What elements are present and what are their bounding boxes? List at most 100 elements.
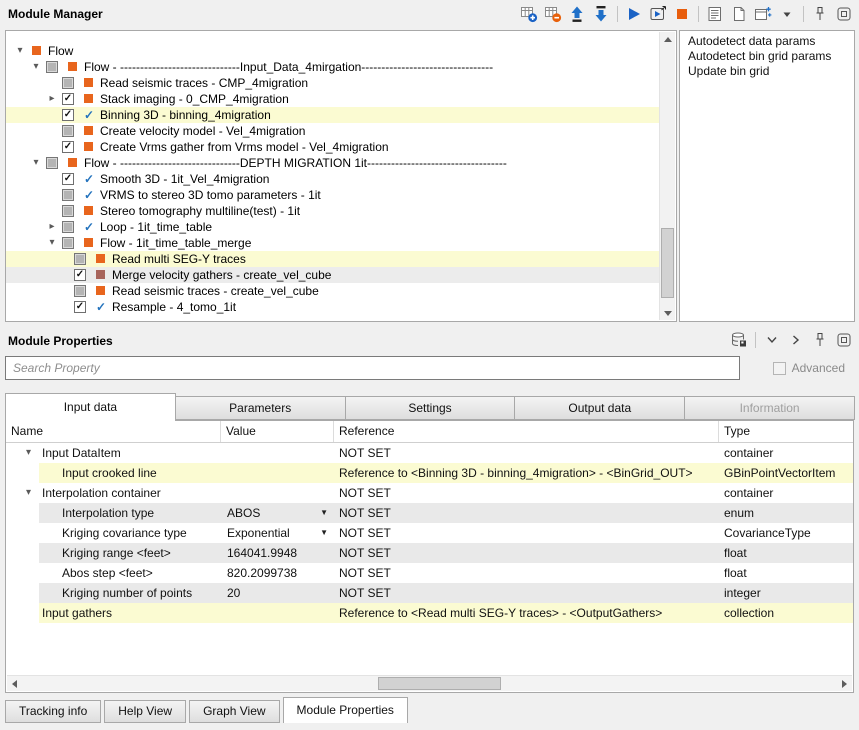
tree-item[interactable]: ✓Create Vrms gather from Vrms model - Ve…: [6, 139, 659, 155]
add-module-button[interactable]: [518, 3, 540, 25]
module-checkbox[interactable]: [62, 205, 74, 217]
tree-item[interactable]: ▾Flow - ------------------------------In…: [6, 59, 659, 75]
module-checkbox[interactable]: ✓: [74, 301, 86, 313]
expand-arrow-icon[interactable]: ▸: [46, 91, 58, 107]
module-checkbox[interactable]: ✓: [62, 173, 74, 185]
pin-button[interactable]: [809, 329, 831, 351]
property-row[interactable]: Input crooked lineReference to <Binning …: [6, 463, 853, 483]
paste-button[interactable]: [728, 3, 750, 25]
move-down-button[interactable]: [590, 3, 612, 25]
tree-item[interactable]: Read seismic traces - create_vel_cube: [6, 283, 659, 299]
tree-item[interactable]: ▾Flow - ------------------------------DE…: [6, 155, 659, 171]
module-checkbox[interactable]: [62, 125, 74, 137]
tab-output-data[interactable]: Output data: [514, 396, 685, 420]
module-checkbox[interactable]: [62, 189, 74, 201]
column-header-type[interactable]: Type: [719, 421, 853, 442]
float-window-button[interactable]: [833, 329, 855, 351]
column-header-name[interactable]: Name: [6, 421, 221, 442]
tree-item[interactable]: ✓✓Smooth 3D - 1it_Vel_4migration: [6, 171, 659, 187]
tree-item[interactable]: ▸✓Loop - 1it_time_table: [6, 219, 659, 235]
run-button[interactable]: [623, 3, 645, 25]
property-row[interactable]: ▾Interpolation containerNOT SETcontainer: [6, 483, 853, 503]
property-row[interactable]: Input gathersReference to <Read multi SE…: [6, 603, 853, 623]
column-header-reference[interactable]: Reference: [334, 421, 719, 442]
module-checkbox[interactable]: ✓: [74, 269, 86, 281]
tree-item[interactable]: Stereo tomography multiline(test) - 1it: [6, 203, 659, 219]
tree-item[interactable]: ✓Merge velocity gathers - create_vel_cub…: [6, 267, 659, 283]
tree-vertical-scrollbar[interactable]: [659, 32, 675, 320]
tree-item[interactable]: Read multi SEG-Y traces: [6, 251, 659, 267]
tree-item[interactable]: ✓VRMS to stereo 3D tomo parameters - 1it: [6, 187, 659, 203]
action-list-item[interactable]: Autodetect bin grid params: [680, 49, 854, 64]
module-checkbox[interactable]: [46, 157, 58, 169]
property-row[interactable]: ▾Input DataItemNOT SETcontainer: [6, 443, 853, 463]
search-input[interactable]: [5, 356, 740, 380]
collapse-arrow-icon[interactable]: ▾: [26, 483, 31, 503]
module-checkbox[interactable]: [62, 237, 74, 249]
bottom-tab-help-view[interactable]: Help View: [104, 700, 186, 723]
tab-settings[interactable]: Settings: [345, 396, 516, 420]
property-row[interactable]: Abos step <feet>820.2099738NOT SETfloat: [6, 563, 853, 583]
remove-module-button[interactable]: [542, 3, 564, 25]
log-view-button[interactable]: [704, 3, 726, 25]
property-row[interactable]: Kriging number of points20NOT SETinteger: [6, 583, 853, 603]
dropdown-arrow-icon[interactable]: ▼: [320, 503, 328, 523]
column-header-value[interactable]: Value: [221, 421, 334, 442]
scroll-right-arrow[interactable]: [837, 676, 852, 691]
module-checkbox[interactable]: [46, 61, 58, 73]
scrollbar-thumb[interactable]: [661, 228, 674, 298]
collapse-arrow-icon[interactable]: ▾: [14, 43, 26, 59]
tree-item[interactable]: Read seismic traces - CMP_4migration: [6, 75, 659, 91]
new-window-button[interactable]: [752, 3, 774, 25]
expand-arrow-icon[interactable]: ▸: [46, 219, 58, 235]
tree-item[interactable]: Create velocity model - Vel_4migration: [6, 123, 659, 139]
module-checkbox[interactable]: ✓: [62, 93, 74, 105]
scroll-up-arrow[interactable]: [660, 32, 675, 46]
module-checkbox[interactable]: [62, 221, 74, 233]
pin-button[interactable]: [809, 3, 831, 25]
action-list-item[interactable]: Update bin grid: [680, 64, 854, 79]
module-checkbox[interactable]: [74, 285, 86, 297]
float-window-button[interactable]: [833, 3, 855, 25]
collapse-arrow-icon[interactable]: ▾: [30, 155, 42, 171]
move-up-button[interactable]: [566, 3, 588, 25]
db-save-button[interactable]: [728, 329, 750, 351]
property-row[interactable]: Interpolation typeABOS▼NOT SETenum: [6, 503, 853, 523]
tree-item[interactable]: ▾Flow - 1it_time_table_merge: [6, 235, 659, 251]
property-row[interactable]: Kriging range <feet>164041.9948NOT SETfl…: [6, 543, 853, 563]
caret-down-button[interactable]: [776, 3, 798, 25]
action-list-item[interactable]: Autodetect data params: [680, 34, 854, 49]
module-checkbox[interactable]: ✓: [62, 141, 74, 153]
tab-input-data[interactable]: Input data: [5, 393, 176, 421]
scrollbar-thumb[interactable]: [378, 677, 501, 690]
module-checkbox[interactable]: ✓: [62, 109, 74, 121]
scroll-left-arrow[interactable]: [7, 676, 22, 691]
value-cell[interactable]: ABOS ▼: [221, 503, 334, 523]
run-selected-button[interactable]: [647, 3, 669, 25]
tree-item[interactable]: ✓✓Resample - 4_tomo_1it: [6, 299, 659, 315]
tree-item[interactable]: ▾Flow: [6, 43, 659, 59]
scroll-down-arrow[interactable]: [660, 306, 675, 320]
chevron-down-button[interactable]: [761, 329, 783, 351]
chevron-right-button[interactable]: [785, 329, 807, 351]
stop-button[interactable]: [671, 3, 693, 25]
collapse-arrow-icon[interactable]: ▾: [46, 235, 58, 251]
toolbar-separator: [698, 6, 699, 22]
bottom-tab-tracking-info[interactable]: Tracking info: [5, 700, 101, 723]
collapse-arrow-icon[interactable]: ▾: [26, 443, 31, 463]
module-checkbox[interactable]: [74, 253, 86, 265]
tab-parameters[interactable]: Parameters: [175, 396, 346, 420]
tree-item[interactable]: ▸✓Stack imaging - 0_CMP_4migration: [6, 91, 659, 107]
advanced-checkbox[interactable]: [773, 362, 786, 375]
property-row[interactable]: Kriging covariance typeExponential▼NOT S…: [6, 523, 853, 543]
table-horizontal-scrollbar[interactable]: [7, 675, 852, 691]
value-cell[interactable]: Exponential ▼: [221, 523, 334, 543]
property-value[interactable]: ABOS: [227, 503, 260, 523]
dropdown-arrow-icon[interactable]: ▼: [320, 523, 328, 543]
tree-item[interactable]: ✓✓Binning 3D - binning_4migration: [6, 107, 659, 123]
module-checkbox[interactable]: [62, 77, 74, 89]
bottom-tab-graph-view[interactable]: Graph View: [189, 700, 279, 723]
bottom-tab-module-properties[interactable]: Module Properties: [283, 697, 408, 723]
property-value[interactable]: Exponential: [227, 523, 290, 543]
collapse-arrow-icon[interactable]: ▾: [30, 59, 42, 75]
